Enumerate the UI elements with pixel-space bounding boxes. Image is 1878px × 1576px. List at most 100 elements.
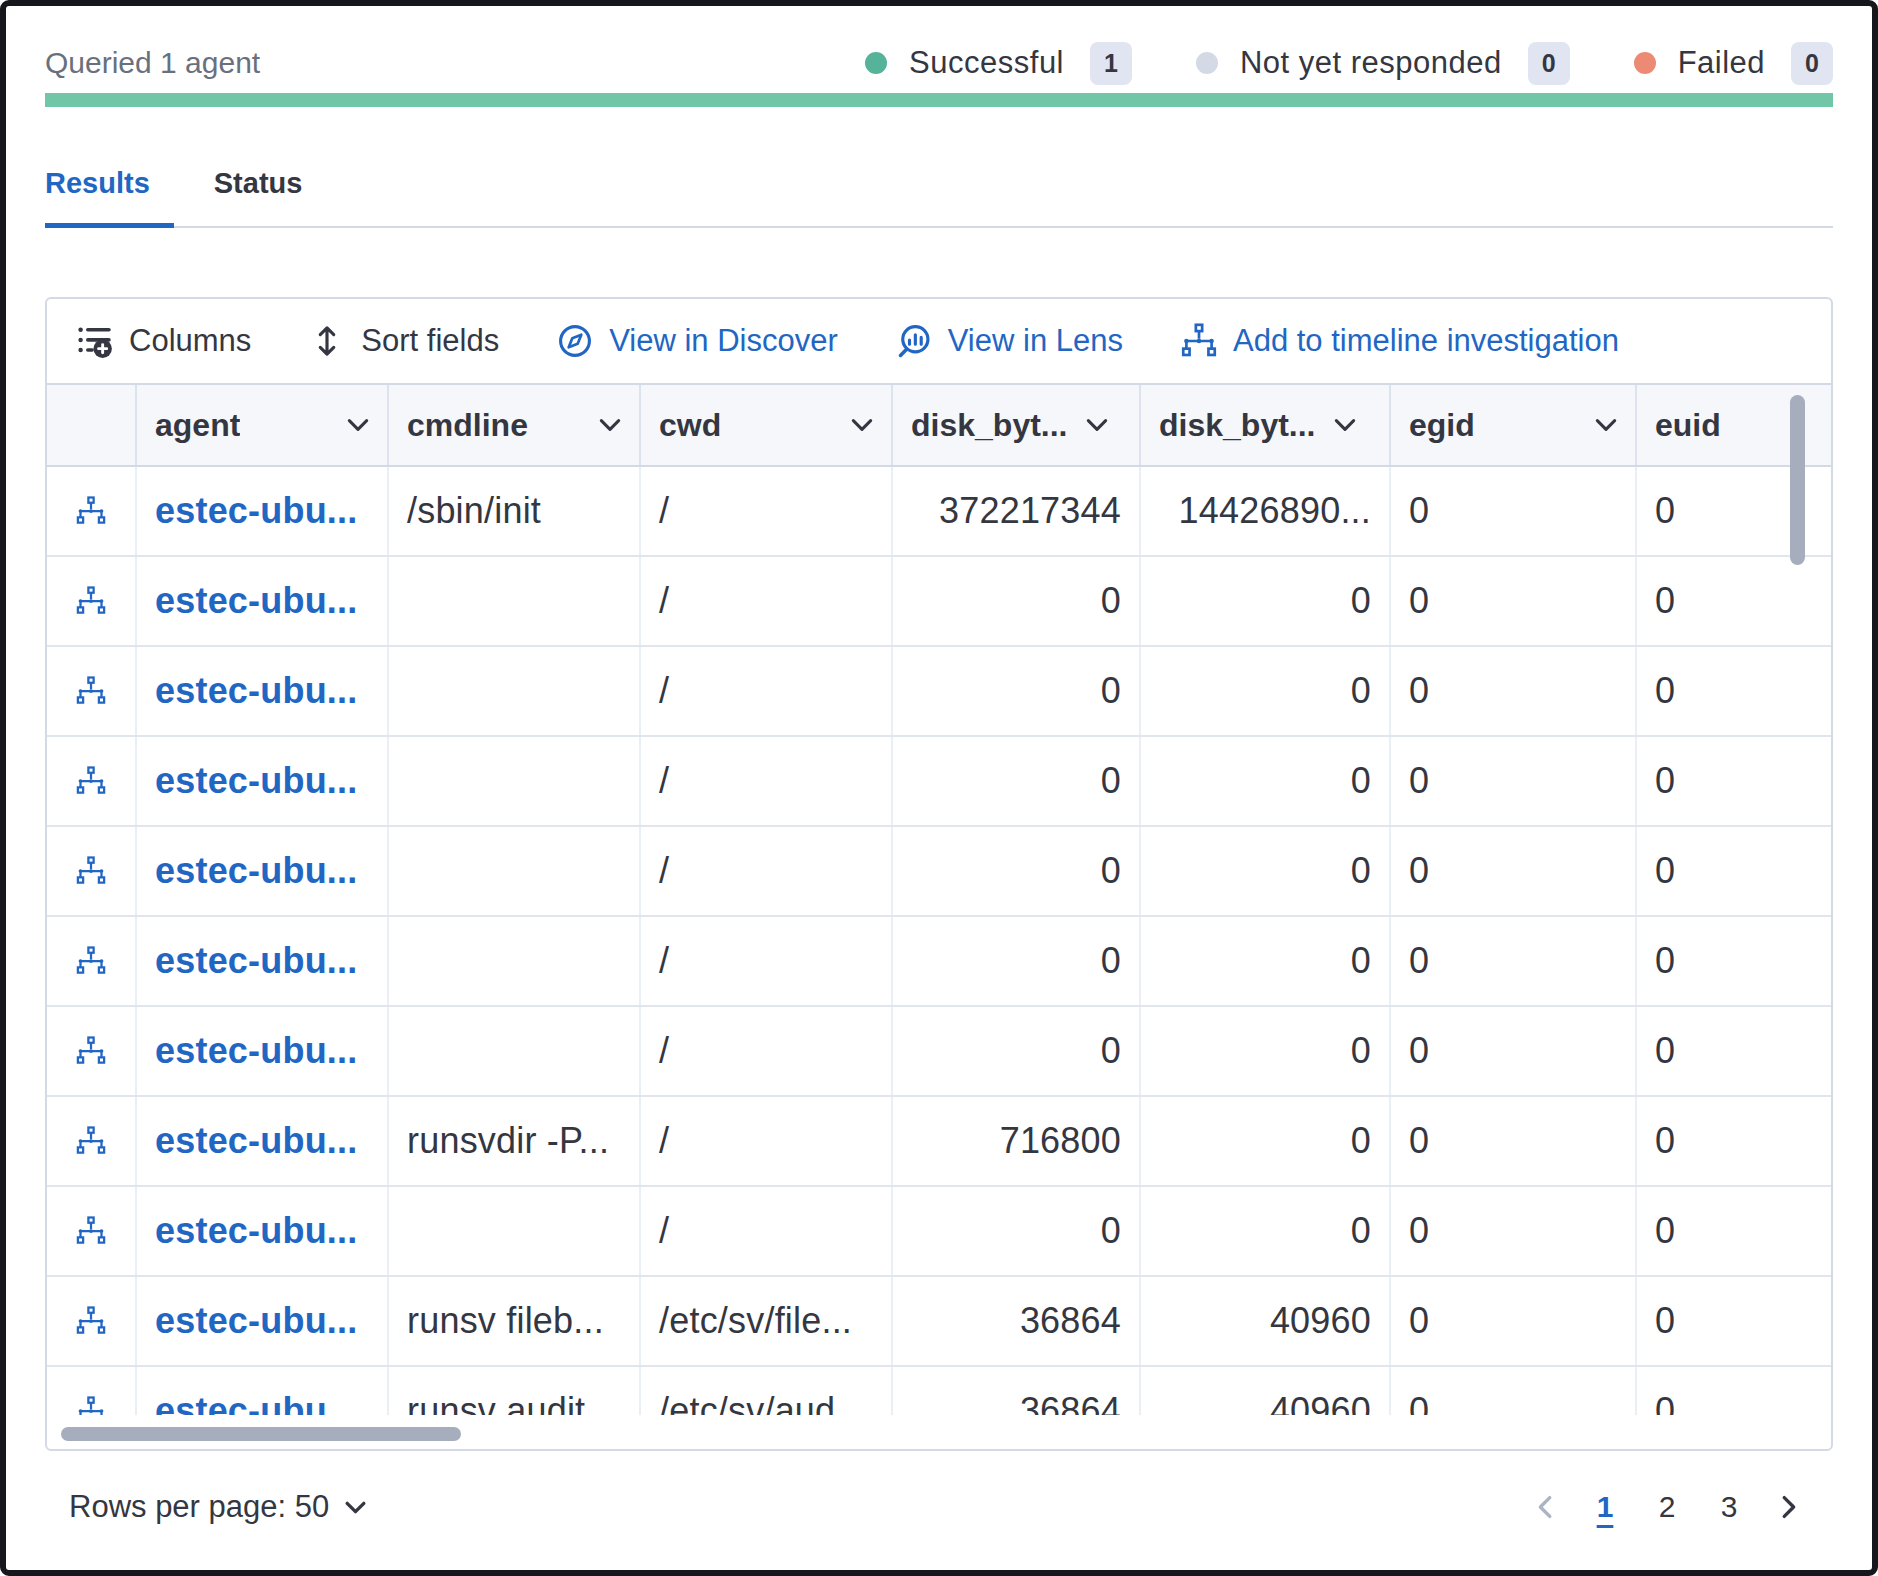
add-to-timeline-icon[interactable] (76, 766, 106, 796)
row-controls-cell (47, 1277, 137, 1365)
cwd-cell: / (659, 1210, 669, 1252)
sort-fields-label: Sort fields (361, 323, 499, 359)
add-to-timeline-icon[interactable] (76, 1126, 106, 1156)
column-header-egid[interactable]: egid (1391, 385, 1637, 465)
row-controls-cell (47, 647, 137, 735)
disk-bytes-cell: 0 (1101, 760, 1121, 802)
view-in-lens-button[interactable]: View in Lens (896, 323, 1123, 359)
egid-cell: 0 (1409, 850, 1429, 892)
column-header-disk_byt_2[interactable]: disk_byt... (1141, 385, 1391, 465)
row-controls-cell (47, 1007, 137, 1095)
column-header-agent[interactable]: agent (137, 385, 389, 465)
table-row: estec-ubu... runsv audit... /etc/sv/aud.… (47, 1367, 1831, 1415)
status-group: Successful 1 Not yet responded 0 Failed … (865, 42, 1833, 85)
add-to-timeline-icon[interactable] (76, 1396, 106, 1415)
disk-bytes-cell: 36864 (1020, 1300, 1121, 1342)
column-header-cmdline[interactable]: cmdline (389, 385, 641, 465)
cmdline-cell: runsvdir -P... (407, 1120, 609, 1162)
sort-icon (309, 323, 345, 359)
add-to-timeline-icon[interactable] (76, 946, 106, 976)
table-row: estec-ubu... / 0 0 0 0 (47, 557, 1831, 647)
add-to-timeline-icon[interactable] (76, 856, 106, 886)
queried-agents-label: Queried 1 agent (45, 46, 260, 80)
agent-link[interactable]: estec-ubu... (155, 670, 357, 712)
row-controls-cell (47, 1097, 137, 1185)
euid-cell: 0 (1655, 940, 1675, 982)
page-button-3[interactable]: 3 (1705, 1484, 1753, 1530)
disk-bytes-cell: 0 (1351, 580, 1371, 622)
agent-link[interactable]: estec-ubu... (155, 1300, 357, 1342)
euid-cell: 0 (1655, 760, 1675, 802)
agent-link[interactable]: estec-ubu... (155, 1030, 357, 1072)
table-row: estec-ubu... / 0 0 0 0 (47, 827, 1831, 917)
cmdline-cell: runsv audit... (407, 1390, 616, 1415)
egid-cell: 0 (1409, 1210, 1429, 1252)
chevron-right-icon (1773, 1492, 1803, 1522)
add-to-timeline-icon[interactable] (76, 1036, 106, 1066)
euid-cell: 0 (1655, 1300, 1675, 1342)
add-to-timeline-icon[interactable] (76, 586, 106, 616)
table-row: estec-ubu... runsvdir -P... / 716800 0 0… (47, 1097, 1831, 1187)
disk-bytes-cell: 0 (1101, 940, 1121, 982)
query-status-bar: Queried 1 agent Successful 1 Not yet res… (45, 41, 1833, 85)
table-body: estec-ubu... /sbin/init / 372217344 1442… (47, 467, 1831, 1415)
tab-status[interactable]: Status (214, 167, 327, 226)
add-to-timeline-icon[interactable] (76, 496, 106, 526)
agent-link[interactable]: estec-ubu... (155, 580, 357, 622)
disk-bytes-cell: 372217344 (939, 490, 1121, 532)
cwd-cell: / (659, 1030, 669, 1072)
tabs: Results Status (45, 167, 1833, 228)
column-header-cwd[interactable]: cwd (641, 385, 893, 465)
agent-link[interactable]: estec-ubu... (155, 940, 357, 982)
cmdline-cell: runsv fileb... (407, 1300, 604, 1342)
next-page-button[interactable] (1767, 1492, 1809, 1522)
row-controls-cell (47, 827, 137, 915)
disk-bytes-cell: 0 (1351, 760, 1371, 802)
add-to-timeline-icon[interactable] (76, 1306, 106, 1336)
chevron-down-icon (1084, 412, 1110, 438)
tab-results[interactable]: Results (45, 167, 174, 226)
query-progress-bar (45, 93, 1833, 107)
columns-label: Columns (129, 323, 251, 359)
egid-cell: 0 (1409, 1300, 1429, 1342)
previous-page-button[interactable] (1525, 1492, 1567, 1522)
results-table-panel: Columns Sort fields View in Discover (45, 297, 1833, 1451)
agent-link[interactable]: estec-ubu... (155, 490, 357, 532)
vertical-scrollbar[interactable] (1790, 395, 1805, 565)
page-button-2[interactable]: 2 (1643, 1484, 1691, 1530)
egid-cell: 0 (1409, 670, 1429, 712)
status-item: Failed 0 (1634, 42, 1833, 85)
horizontal-scrollbar[interactable] (61, 1427, 461, 1441)
euid-cell: 0 (1655, 1030, 1675, 1072)
agent-link[interactable]: estec-ubu... (155, 760, 357, 802)
disk-bytes-cell: 0 (1351, 850, 1371, 892)
table-row: estec-ubu... /sbin/init / 372217344 1442… (47, 467, 1831, 557)
row-controls-cell (47, 737, 137, 825)
egid-cell: 0 (1409, 490, 1429, 532)
column-header-disk_byt_1[interactable]: disk_byt... (893, 385, 1141, 465)
view-in-discover-button[interactable]: View in Discover (557, 323, 838, 359)
status-dot-icon (865, 52, 887, 74)
cmdline-cell: /sbin/init (407, 490, 541, 532)
status-label: Successful (909, 45, 1064, 81)
cwd-cell: / (659, 940, 669, 982)
add-to-timeline-button[interactable]: Add to timeline investigation (1181, 323, 1619, 359)
agent-link[interactable]: estec-ubu... (155, 1120, 357, 1162)
add-to-timeline-icon[interactable] (76, 676, 106, 706)
table-footer: Rows per page: 50 1 2 3 (45, 1481, 1833, 1533)
agent-link[interactable]: estec-ubu... (155, 850, 357, 892)
row-controls-cell (47, 917, 137, 1005)
euid-cell: 0 (1655, 670, 1675, 712)
page-button-1[interactable]: 1 (1581, 1484, 1629, 1530)
add-to-timeline-icon[interactable] (76, 1216, 106, 1246)
disk-bytes-cell: 0 (1101, 670, 1121, 712)
columns-button[interactable]: Columns (77, 323, 251, 359)
agent-link[interactable]: estec-ubu... (155, 1210, 357, 1252)
euid-cell: 0 (1655, 850, 1675, 892)
column-header-controls[interactable] (47, 385, 137, 465)
agent-link[interactable]: estec-ubu... (155, 1390, 357, 1415)
disk-bytes-cell: 0 (1101, 580, 1121, 622)
egid-cell: 0 (1409, 760, 1429, 802)
rows-per-page-button[interactable]: Rows per page: 50 (69, 1489, 368, 1525)
sort-fields-button[interactable]: Sort fields (309, 323, 499, 359)
